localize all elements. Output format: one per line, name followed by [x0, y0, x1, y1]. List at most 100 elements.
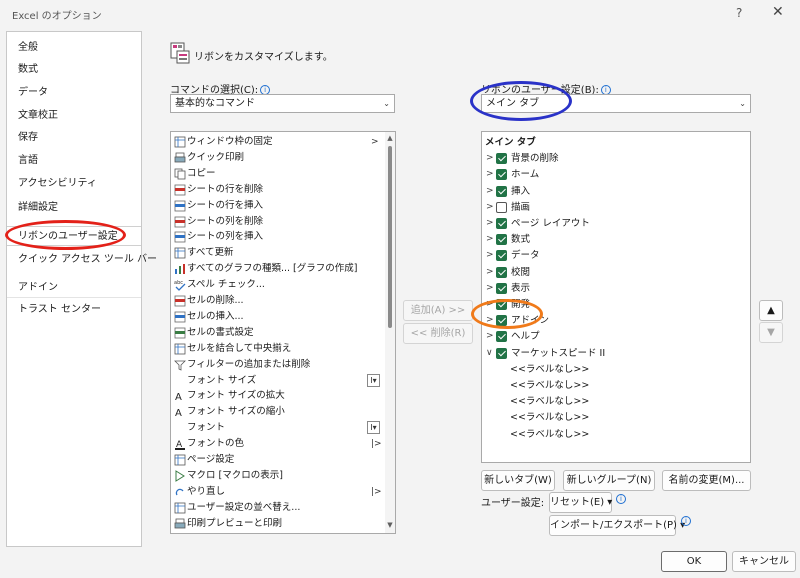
- rename-button[interactable]: 名前の変更(M)...: [662, 470, 751, 491]
- commands-dropdown[interactable]: 基本的なコマンド ⌄: [170, 94, 395, 113]
- tree-tab-item[interactable]: > ホーム: [482, 166, 748, 183]
- command-item[interactable]: セルの書式設定: [171, 325, 385, 341]
- tab-checkbox[interactable]: [496, 347, 507, 359]
- ribbon-tabs-dropdown[interactable]: メイン タブ ⌄: [481, 94, 751, 113]
- tab-checkbox[interactable]: [496, 250, 507, 262]
- nav-item[interactable]: データ: [7, 83, 141, 103]
- tab-checkbox[interactable]: [496, 282, 507, 294]
- chevron-down-icon[interactable]: ∨: [486, 345, 493, 362]
- tree-tab-item[interactable]: > 背景の削除: [482, 150, 748, 167]
- reset-button[interactable]: リセット(E) ▾: [549, 492, 612, 513]
- command-item[interactable]: セルを結合して中央揃え: [171, 341, 385, 357]
- scroll-down-icon[interactable]: ▼: [385, 521, 395, 529]
- chevron-right-icon[interactable]: >: [486, 328, 494, 345]
- tab-checkbox[interactable]: [496, 299, 507, 310]
- command-item[interactable]: ユーザー設定の並べ替え...: [171, 500, 385, 516]
- tree-group-item[interactable]: <<ラベルなし>>: [482, 393, 748, 410]
- chevron-right-icon[interactable]: >: [486, 183, 494, 200]
- nav-item[interactable]: 詳細設定: [7, 198, 141, 218]
- tree-group-item[interactable]: <<ラベルなし>>: [482, 377, 748, 394]
- nav-item[interactable]: 数式: [7, 60, 141, 80]
- command-item[interactable]: A フォントの色 |>: [171, 436, 385, 452]
- command-item[interactable]: マクロ [マクロの表示]: [171, 468, 385, 484]
- new-tab-button[interactable]: 新しいタブ(W): [481, 470, 555, 491]
- commands-scrollbar[interactable]: ▲ ▼: [385, 132, 395, 533]
- chevron-right-icon[interactable]: >: [486, 264, 494, 281]
- commands-list[interactable]: ▲ ▼ ウィンドウ枠の固定 > クイック印刷 コピー シートの行を削除 シートの行を挿入シ…: [170, 131, 396, 534]
- tree-tab-item[interactable]: > データ: [482, 247, 748, 264]
- command-item[interactable]: コピー: [171, 166, 385, 182]
- tree-group-item[interactable]: <<ラベルなし>>: [482, 361, 748, 378]
- chevron-right-icon[interactable]: >: [486, 231, 494, 248]
- command-item[interactable]: セルの挿入...: [171, 309, 385, 325]
- nav-item[interactable]: クイック アクセス ツール バー: [7, 250, 157, 270]
- new-group-button[interactable]: 新しいグループ(N): [563, 470, 655, 491]
- scroll-up-icon[interactable]: ▲: [385, 134, 395, 142]
- command-item[interactable]: すべて更新: [171, 245, 385, 261]
- import-export-button[interactable]: インポート/エクスポート(P) ▾: [549, 515, 685, 536]
- command-item[interactable]: クイック印刷: [171, 150, 385, 166]
- chevron-right-icon[interactable]: >: [486, 280, 494, 297]
- scroll-thumb[interactable]: [388, 146, 392, 328]
- command-item[interactable]: A フォント サイズの拡大: [171, 388, 385, 404]
- tree-group-item[interactable]: <<ラベルなし>>: [482, 426, 748, 443]
- tab-checkbox[interactable]: [496, 315, 507, 327]
- tab-checkbox[interactable]: [496, 266, 507, 278]
- tab-checkbox[interactable]: [496, 234, 507, 246]
- command-item[interactable]: ページ設定: [171, 452, 385, 468]
- move-down-button[interactable]: ▼: [759, 322, 783, 343]
- cancel-button[interactable]: キャンセル: [732, 551, 796, 572]
- chevron-right-icon[interactable]: >: [486, 296, 494, 313]
- tree-tab-item[interactable]: > 校閲: [482, 264, 748, 281]
- tree-tab-item[interactable]: > 描画: [482, 199, 748, 216]
- nav-item[interactable]: 保存: [7, 128, 141, 148]
- tree-tab-item[interactable]: > 数式: [482, 231, 748, 248]
- tree-tab-item[interactable]: > 開発: [482, 296, 748, 313]
- nav-item[interactable]: トラスト センター: [7, 300, 141, 320]
- tree-tab-item[interactable]: > 挿入: [482, 183, 748, 200]
- remove-button[interactable]: << 削除(R): [403, 323, 473, 344]
- command-item[interactable]: 印刷プレビューと印刷: [171, 516, 385, 532]
- command-item[interactable]: abc スペル チェック...: [171, 277, 385, 293]
- chevron-right-icon[interactable]: >: [486, 247, 494, 264]
- command-item[interactable]: シートの列を削除: [171, 214, 385, 230]
- nav-item[interactable]: 全般: [7, 38, 141, 58]
- ok-button[interactable]: OK: [661, 551, 727, 572]
- command-item[interactable]: フォント I▾: [171, 420, 385, 436]
- chevron-right-icon[interactable]: >: [486, 199, 494, 216]
- tree-group-item[interactable]: <<ラベルなし>>: [482, 409, 748, 426]
- tree-tab-item[interactable]: > ページ レイアウト: [482, 215, 748, 232]
- nav-item[interactable]: アクセシビリティ: [7, 174, 141, 194]
- tab-checkbox[interactable]: [496, 185, 507, 197]
- chevron-right-icon[interactable]: >: [486, 215, 494, 232]
- chevron-right-icon[interactable]: >: [486, 166, 494, 183]
- tab-checkbox[interactable]: [496, 153, 507, 165]
- command-item[interactable]: シートの行を挿入: [171, 198, 385, 214]
- close-icon[interactable]: ✕: [772, 4, 784, 20]
- tree-tab-item[interactable]: > 表示: [482, 280, 748, 297]
- nav-item[interactable]: リボンのユーザー設定: [7, 226, 141, 246]
- nav-item[interactable]: 言語: [7, 151, 141, 171]
- tree-tab-item[interactable]: ∨ マーケットスピード II: [482, 344, 748, 362]
- command-item[interactable]: シートの列を挿入: [171, 229, 385, 245]
- move-up-button[interactable]: ▲: [759, 300, 783, 321]
- command-item[interactable]: やり直し |>: [171, 484, 385, 500]
- nav-item[interactable]: アドイン: [7, 278, 141, 298]
- add-button[interactable]: 追加(A) >>: [403, 300, 473, 321]
- tree-tab-item[interactable]: > ヘルプ: [482, 328, 748, 345]
- command-item[interactable]: フォント サイズ I▾: [171, 373, 385, 389]
- tree-tab-item[interactable]: > アドイン: [482, 312, 748, 329]
- command-item[interactable]: フィルターの追加または削除: [171, 357, 385, 373]
- chevron-right-icon[interactable]: >: [486, 312, 494, 329]
- tab-checkbox[interactable]: [496, 331, 507, 343]
- tab-checkbox[interactable]: [496, 169, 507, 181]
- nav-item[interactable]: 文章校正: [7, 106, 141, 126]
- command-item[interactable]: セルの削除...: [171, 293, 385, 309]
- tab-checkbox[interactable]: [496, 218, 507, 229]
- command-item[interactable]: A フォント サイズの縮小: [171, 404, 385, 420]
- chevron-right-icon[interactable]: >: [486, 150, 494, 167]
- command-item[interactable]: ウィンドウ枠の固定 >: [171, 134, 385, 150]
- command-item[interactable]: シートの行を削除: [171, 182, 385, 198]
- tab-checkbox[interactable]: [496, 201, 507, 213]
- command-item[interactable]: すべてのグラフの種類... [グラフの作成]: [171, 261, 385, 277]
